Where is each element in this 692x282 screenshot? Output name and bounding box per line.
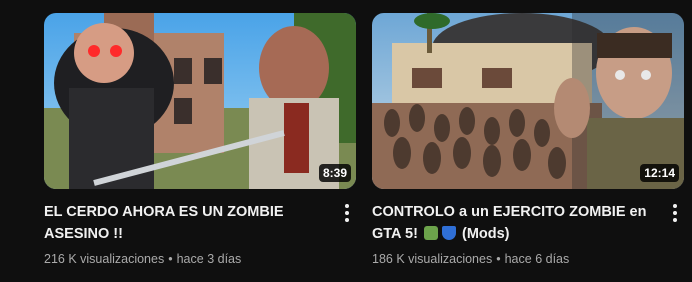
- video-metadata: 186 K visualizaciones • hace 6 días: [372, 250, 656, 268]
- more-vert-icon[interactable]: [338, 201, 356, 225]
- upload-age: hace 3 días: [176, 252, 242, 266]
- video-thumbnail[interactable]: 12:14: [372, 13, 684, 189]
- video-card[interactable]: 12:14 CONTROLO a un EJERCITO ZOMBIE en G…: [372, 13, 684, 268]
- video-details: CONTROLO a un EJERCITO ZOMBIE en GTA 5! …: [372, 201, 684, 268]
- shield-emoji-icon: [441, 226, 456, 240]
- video-title[interactable]: CONTROLO a un EJERCITO ZOMBIE en GTA 5! …: [372, 201, 656, 245]
- view-count: 216 K visualizaciones: [44, 252, 165, 266]
- video-title-suffix: (Mods): [461, 226, 510, 242]
- zombie-emoji-icon: [423, 226, 438, 240]
- video-duration: 12:14: [640, 164, 679, 182]
- view-count: 186 K visualizaciones: [372, 252, 493, 266]
- video-title[interactable]: EL CERDO AHORA ES UN ZOMBIE ASESINO !!: [44, 201, 328, 245]
- thumbnail-image: [44, 13, 356, 189]
- video-metadata: 216 K visualizaciones • hace 3 días: [44, 250, 328, 268]
- video-thumbnail[interactable]: 8:39: [44, 13, 356, 189]
- video-duration: 8:39: [318, 164, 351, 182]
- video-card[interactable]: 8:39 EL CERDO AHORA ES UN ZOMBIE ASESINO…: [44, 13, 356, 268]
- more-vert-icon[interactable]: [666, 201, 684, 225]
- video-details: EL CERDO AHORA ES UN ZOMBIE ASESINO !! 2…: [44, 201, 356, 268]
- separator-dot: •: [496, 252, 501, 266]
- thumbnail-image: [372, 13, 684, 189]
- upload-age: hace 6 días: [504, 252, 570, 266]
- separator-dot: •: [168, 252, 173, 266]
